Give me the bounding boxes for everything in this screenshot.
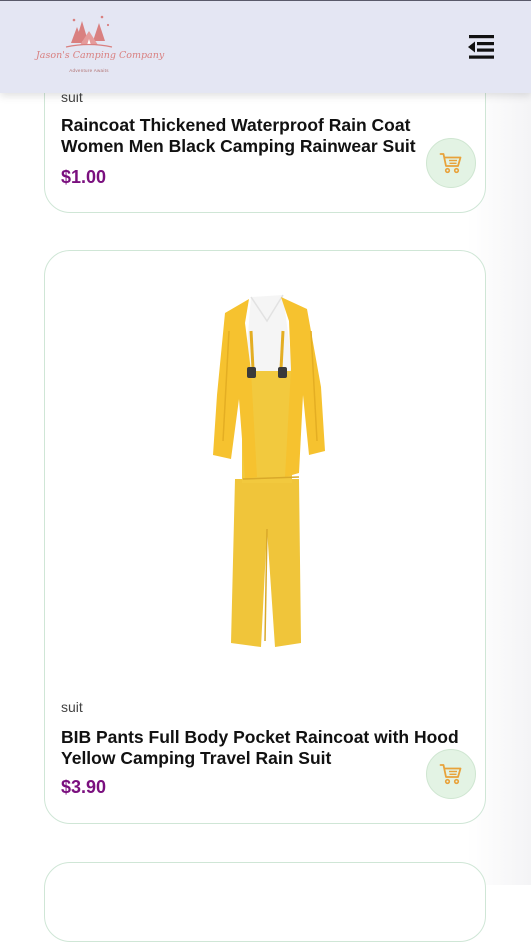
product-category: suit bbox=[61, 699, 83, 715]
product-image[interactable] bbox=[195, 291, 335, 651]
add-to-cart-button[interactable] bbox=[426, 749, 476, 799]
site-header: Jason's Camping Company Adventure Awaits bbox=[0, 0, 531, 93]
logo-tagline: Adventure Awaits bbox=[69, 68, 109, 73]
logo-name: Jason's Camping Company bbox=[36, 50, 165, 61]
product-title[interactable]: BIB Pants Full Body Pocket Raincoat with… bbox=[61, 727, 471, 769]
product-price: $3.90 bbox=[61, 777, 107, 797]
product-card[interactable] bbox=[44, 862, 486, 942]
shopping-cart-icon bbox=[439, 764, 462, 785]
menu-toggle-button[interactable] bbox=[466, 32, 496, 62]
yellow-rain-suit-image bbox=[213, 294, 325, 647]
shopping-cart-icon bbox=[439, 153, 462, 174]
product-price: $1.00 bbox=[61, 167, 107, 187]
site-logo[interactable]: Jason's Camping Company Adventure Awaits bbox=[36, 11, 165, 77]
product-title[interactable]: Raincoat Thickened Waterproof Rain Coat … bbox=[61, 115, 471, 157]
add-to-cart-button[interactable] bbox=[426, 138, 476, 188]
menu-toggle-icon bbox=[468, 35, 494, 59]
product-card[interactable]: suit BIB Pants Full Body Pocket Raincoat… bbox=[44, 250, 486, 824]
